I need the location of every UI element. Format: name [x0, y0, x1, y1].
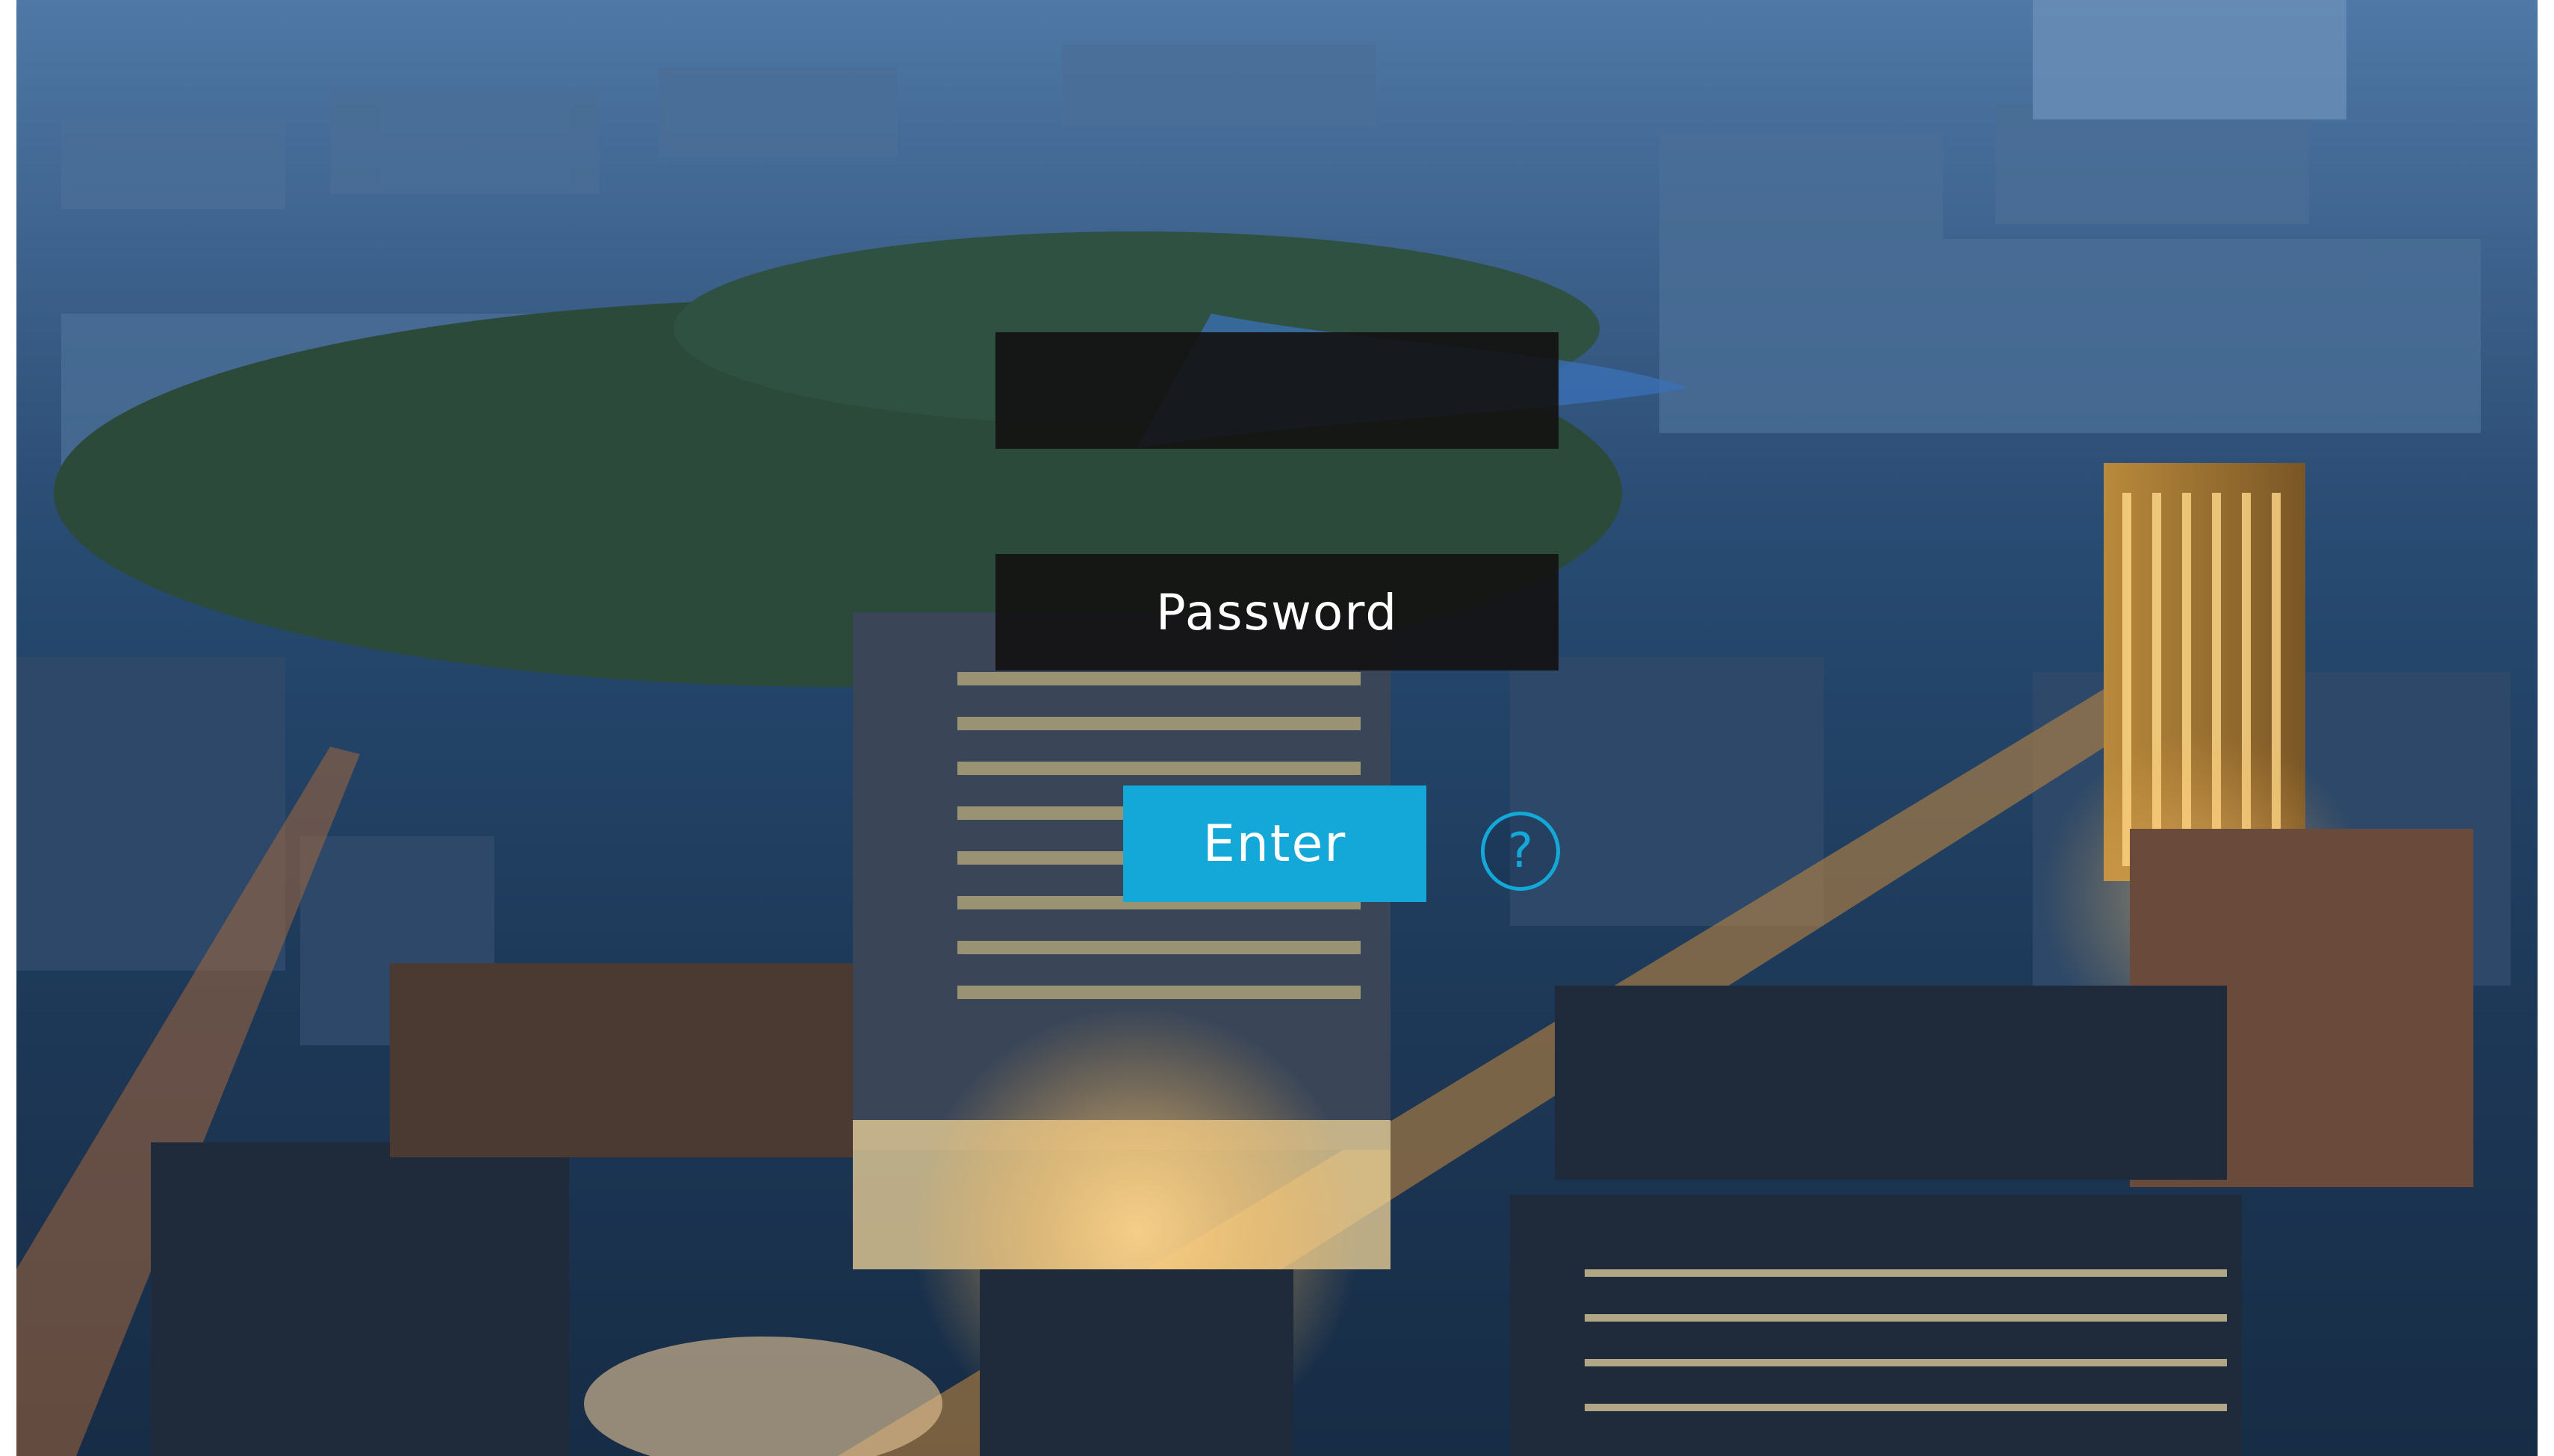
enter-button[interactable]: Enter [1123, 785, 1426, 902]
password-field[interactable] [995, 554, 1559, 671]
username-field[interactable] [995, 332, 1559, 449]
city-illustration [16, 0, 2538, 1456]
login-page: Enter ? [0, 0, 2554, 1456]
city-night-background [16, 0, 2538, 1456]
question-circle-icon[interactable]: ? [1481, 812, 1560, 891]
